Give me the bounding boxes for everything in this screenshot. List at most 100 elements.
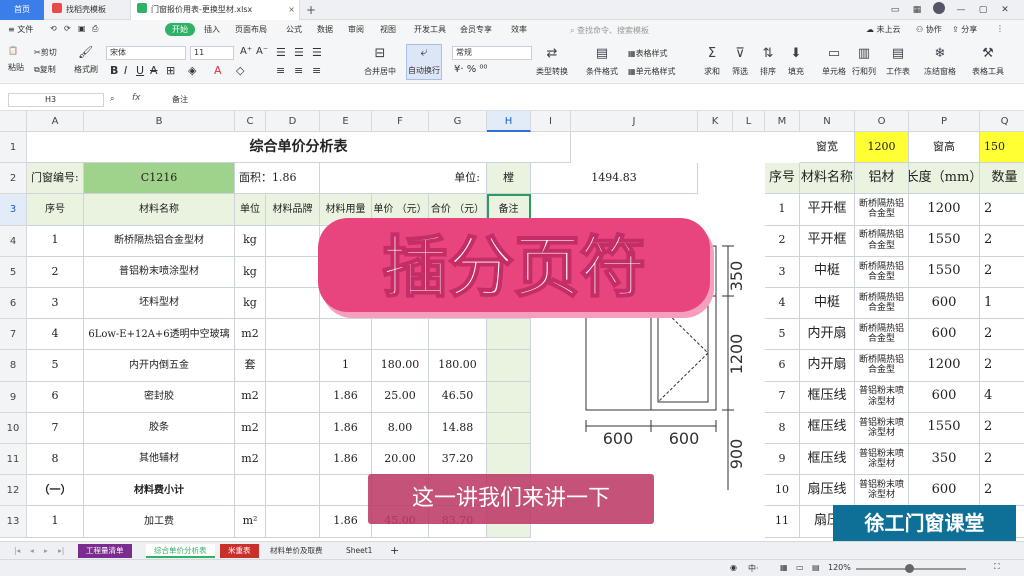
total-value[interactable]: 1494.83: [531, 163, 698, 195]
right-part-name[interactable]: 框压线: [800, 412, 855, 444]
column-header-C[interactable]: C: [235, 111, 266, 132]
column-header-J[interactable]: J: [571, 111, 698, 132]
row-header-9[interactable]: 9: [0, 381, 27, 413]
column-header-I[interactable]: I: [531, 111, 571, 132]
window-height-label[interactable]: 窗高: [909, 132, 980, 164]
align-right-icon[interactable]: ≡: [312, 64, 321, 77]
material-unit[interactable]: kg: [235, 225, 266, 257]
fill-button[interactable]: ⬇ 填充: [778, 46, 814, 77]
right-qty[interactable]: 2: [980, 257, 1024, 288]
right-row-no[interactable]: 1: [765, 194, 800, 226]
increase-font-icon[interactable]: A⁺: [240, 46, 252, 57]
row-no[interactable]: 2: [27, 256, 84, 288]
right-row-no[interactable]: 11: [765, 506, 800, 538]
material-unit[interactable]: kg: [235, 288, 266, 320]
material-brand[interactable]: [266, 225, 320, 257]
menu-review[interactable]: 审阅: [348, 24, 364, 35]
material-brand[interactable]: [266, 350, 320, 382]
column-header-K[interactable]: K: [698, 111, 733, 132]
header-cell[interactable]: 材料品牌: [266, 194, 320, 226]
right-length[interactable]: 1550: [909, 256, 980, 288]
material-unit[interactable]: kg: [235, 256, 266, 288]
material-name[interactable]: 6Low-E+12A+6透明中空玻璃: [84, 319, 235, 351]
print-icon[interactable]: ⎙: [92, 24, 98, 34]
row-header-13[interactable]: 13: [0, 506, 27, 538]
page-break-view-icon[interactable]: ▤: [812, 563, 820, 572]
row-no[interactable]: 6: [27, 381, 84, 413]
right-part-name[interactable]: 中梃: [800, 288, 855, 320]
tab-home[interactable]: 首页: [0, 0, 44, 20]
column-header-L[interactable]: L: [733, 111, 765, 132]
row-header-1[interactable]: 1: [0, 132, 27, 164]
row-header-8[interactable]: 8: [0, 350, 27, 382]
header-cell[interactable]: 材料名称: [84, 194, 235, 226]
row-no[interactable]: 1: [27, 506, 84, 538]
italic-icon[interactable]: I: [124, 64, 127, 77]
font-size-select[interactable]: 11: [190, 46, 234, 60]
right-row-no[interactable]: 9: [765, 444, 800, 476]
zoom-slider-handle[interactable]: [905, 564, 914, 573]
total-price[interactable]: 37.20: [429, 444, 487, 476]
row-header-6[interactable]: 6: [0, 288, 27, 320]
table-tools-button[interactable]: ⚒ 表格工具: [970, 46, 1006, 77]
right-length[interactable]: 1550: [909, 412, 980, 444]
conditional-format-button[interactable]: ▤ 条件格式: [584, 46, 620, 77]
row-no[interactable]: 8: [27, 444, 84, 476]
close-window-icon[interactable]: ✕: [994, 0, 1016, 20]
row-header-5[interactable]: 5: [0, 256, 27, 288]
material-name[interactable]: 其他辅材: [84, 444, 235, 476]
right-header-cell[interactable]: 数量: [980, 163, 1024, 195]
right-qty[interactable]: 2: [980, 319, 1024, 351]
minimize-icon[interactable]: —: [950, 0, 972, 20]
right-qty[interactable]: 2: [980, 226, 1024, 257]
font-color-icon[interactable]: A: [214, 64, 222, 77]
row-no[interactable]: 3: [27, 288, 84, 320]
material-unit[interactable]: [235, 475, 266, 507]
right-row-no[interactable]: 4: [765, 288, 800, 320]
tab-template[interactable]: 找稻壳模板: [46, 0, 130, 20]
right-material[interactable]: 普铝粉末喷涂型材: [855, 412, 909, 444]
currency-icon[interactable]: ¥· % ⁰⁰: [454, 64, 487, 75]
column-header-O[interactable]: O: [855, 111, 909, 132]
right-part-name[interactable]: 平开框: [800, 194, 855, 226]
menu-start[interactable]: 开始: [165, 23, 195, 36]
column-header-Q[interactable]: Q: [980, 111, 1024, 132]
row-no[interactable]: 5: [27, 350, 84, 382]
column-header-H[interactable]: H: [487, 111, 531, 132]
material-name[interactable]: 密封胶: [84, 381, 235, 413]
underline-icon[interactable]: U: [136, 64, 144, 77]
material-name[interactable]: 坯料型材: [84, 288, 235, 320]
right-row-no[interactable]: 10: [765, 475, 800, 507]
material-unit[interactable]: m2: [235, 444, 266, 476]
layout-icon[interactable]: ▭: [884, 0, 906, 20]
window-width-value[interactable]: 1200: [855, 132, 909, 164]
right-material[interactable]: 断桥隔热铝合金型: [855, 350, 909, 382]
right-header-cell[interactable]: 长度（mm）: [909, 163, 980, 195]
right-row-no[interactable]: 2: [765, 225, 800, 257]
border-icon[interactable]: ⊞: [166, 64, 175, 77]
row-no[interactable]: 4: [27, 319, 84, 351]
command-search[interactable]: ⌕ 查找命令、搜索模板: [564, 23, 704, 38]
material-brand[interactable]: [266, 475, 320, 507]
add-sheet-icon[interactable]: +: [382, 544, 407, 558]
formula-value[interactable]: 备注: [172, 94, 188, 105]
menu-file[interactable]: ≡ 文件: [8, 24, 33, 35]
right-material[interactable]: 断桥隔热铝合金型: [855, 288, 909, 320]
material-qty[interactable]: 1.86: [320, 444, 372, 476]
total-price[interactable]: 14.88: [429, 412, 487, 444]
right-row-no[interactable]: 7: [765, 381, 800, 413]
font-name-select[interactable]: 宋体: [106, 46, 186, 60]
right-qty[interactable]: 4: [980, 382, 1024, 413]
material-brand[interactable]: [266, 381, 320, 413]
share-button[interactable]: ⇪ 分享: [952, 24, 977, 35]
material-brand[interactable]: [266, 444, 320, 476]
maximize-icon[interactable]: ▢: [972, 0, 994, 20]
normal-view-icon[interactable]: ▦: [780, 563, 788, 572]
menu-formula[interactable]: 公式: [286, 24, 302, 35]
material-brand[interactable]: [266, 506, 320, 538]
row-header-4[interactable]: 4: [0, 225, 27, 257]
row-header-10[interactable]: 10: [0, 412, 27, 444]
material-unit[interactable]: m²: [235, 506, 266, 538]
close-tab-icon[interactable]: ×: [288, 0, 295, 20]
material-qty[interactable]: [320, 475, 372, 507]
